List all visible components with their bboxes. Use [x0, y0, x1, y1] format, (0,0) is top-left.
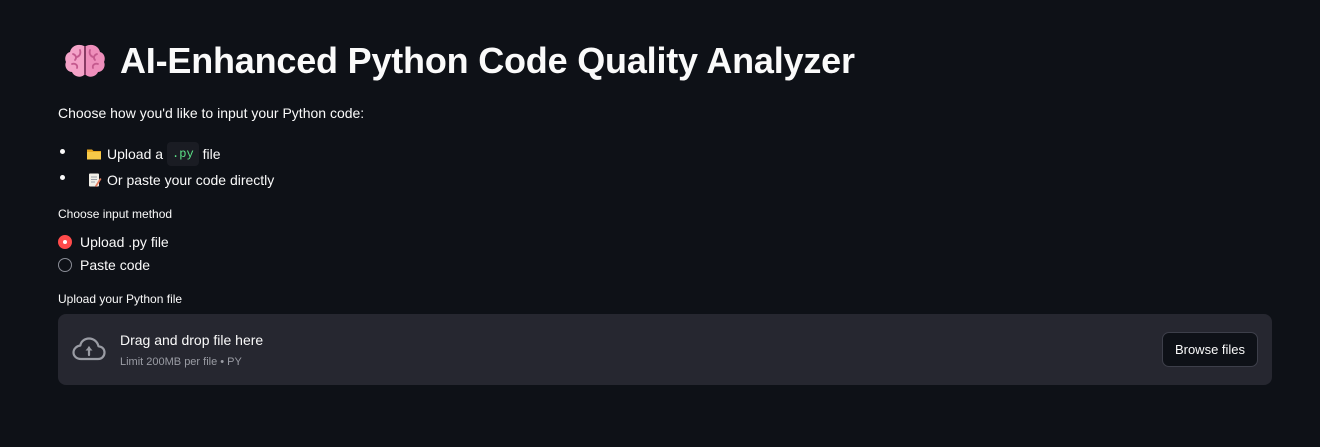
page-title: AI-Enhanced Python Code Quality Analyzer [64, 40, 855, 82]
radio-indicator[interactable] [58, 257, 72, 272]
page-title-text: AI-Enhanced Python Code Quality Analyzer [120, 40, 855, 81]
input-options-list: Upload a .py file Or paste your code dir… [58, 141, 274, 193]
browse-files-button[interactable]: Browse files [1162, 332, 1258, 367]
paste-option-text: Or paste your code directly [107, 172, 275, 188]
bullet-dot [60, 149, 65, 154]
radio-paste-code[interactable]: Paste code [58, 253, 169, 276]
input-method-radio-group: Upload .py file Paste code [58, 230, 169, 276]
radio-selected-indicator[interactable] [58, 234, 72, 249]
upload-suffix: file [202, 146, 221, 162]
memo-icon [86, 172, 102, 188]
py-extension-code: .py [167, 142, 199, 166]
input-method-label: Choose input method [58, 207, 173, 221]
upload-prefix: Upload a [107, 146, 164, 162]
list-item-upload: Upload a .py file [58, 141, 274, 167]
cloud-upload-icon [72, 336, 106, 362]
brain-icon [64, 42, 106, 80]
uploader-label: Upload your Python file [58, 292, 183, 306]
radio-upload-py[interactable]: Upload .py file [58, 230, 169, 253]
intro-text: Choose how you'd like to input your Pyth… [58, 105, 365, 121]
radio-upload-label: Upload .py file [80, 233, 169, 250]
radio-paste-label: Paste code [80, 256, 151, 273]
file-dropzone[interactable]: Drag and drop file here Limit 200MB per … [58, 314, 1272, 385]
list-item-paste: Or paste your code directly [58, 167, 274, 193]
dropzone-limit-text: Limit 200MB per file • PY [120, 356, 242, 368]
bullet-dot [60, 175, 65, 180]
dropzone-instructions: Drag and drop file here [120, 332, 264, 348]
folder-icon [86, 146, 102, 162]
